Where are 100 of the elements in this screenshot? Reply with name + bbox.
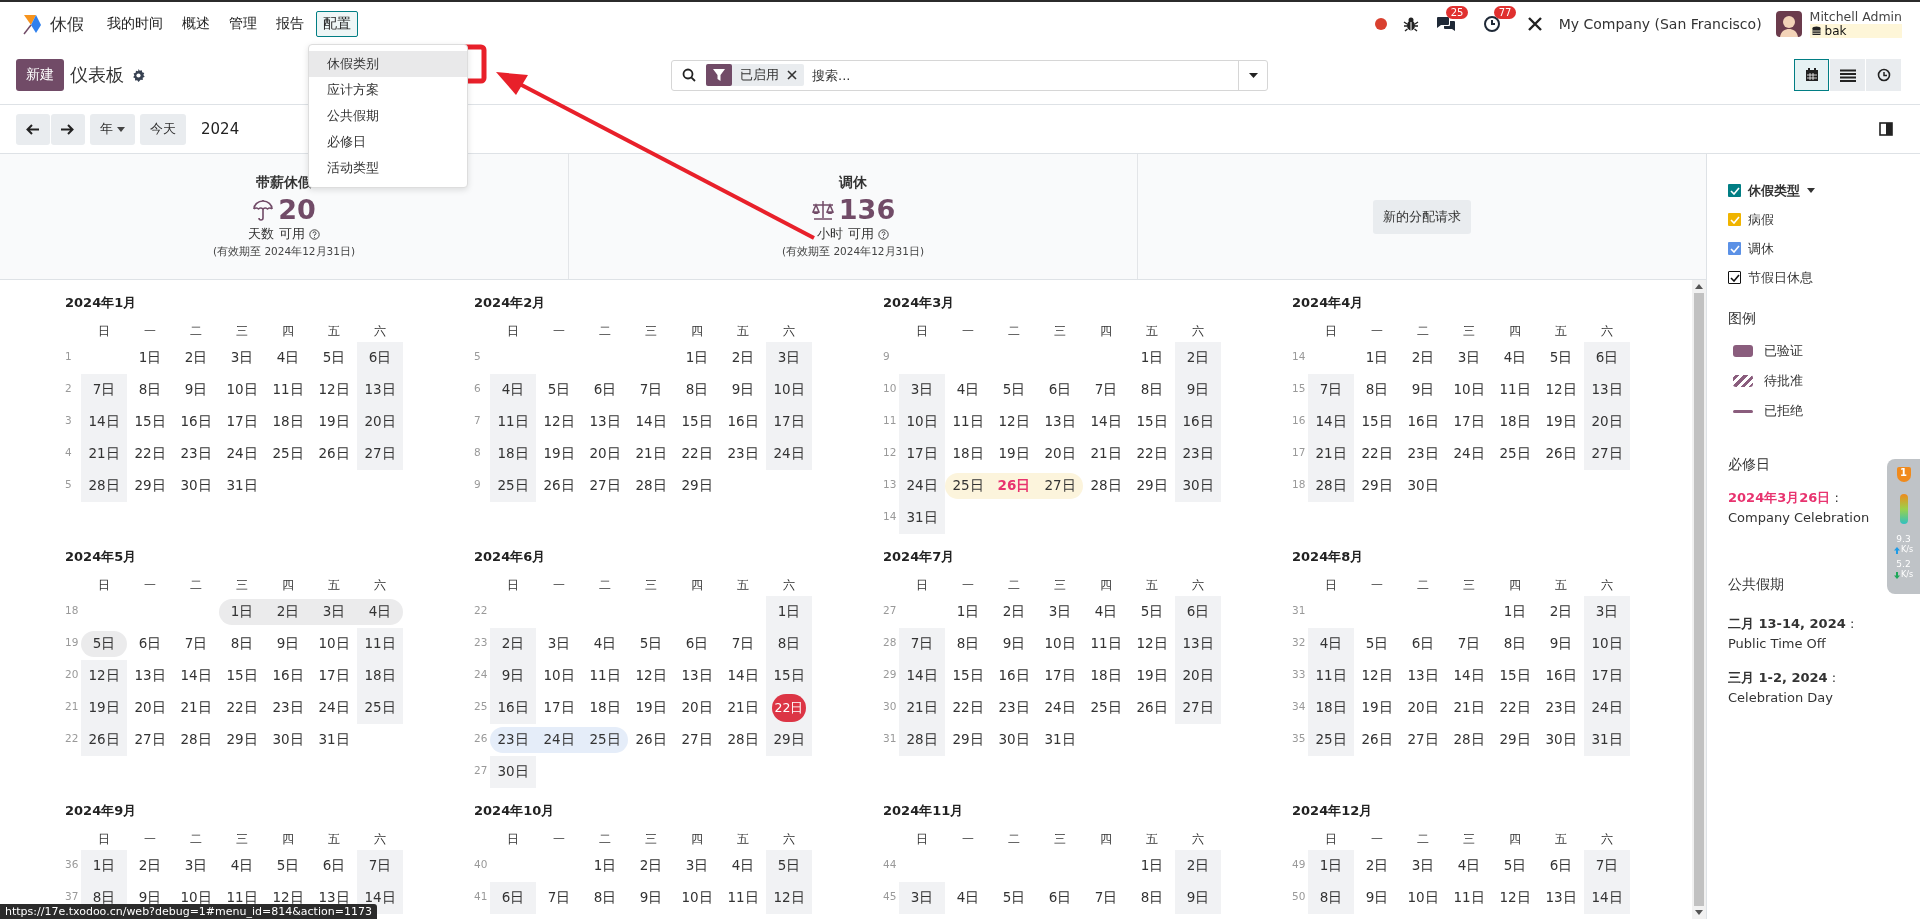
calendar-day[interactable]: 19日 (536, 438, 582, 470)
calendar-day[interactable]: 29日 (674, 470, 720, 502)
calendar-day[interactable]: 20日 (582, 438, 628, 470)
calendar-day[interactable]: 6日 (582, 374, 628, 406)
calendar-day[interactable]: 5日 (628, 628, 674, 660)
calendar-day[interactable]: 13日 (1584, 374, 1630, 406)
calendar-day[interactable]: 3日 (1400, 850, 1446, 882)
calendar-day[interactable]: 12日 (1538, 374, 1584, 406)
calendar-day[interactable]: 7日 (1083, 882, 1129, 914)
scrollbar-thumb[interactable] (1694, 293, 1704, 906)
calendar-day[interactable]: 16日 (173, 406, 219, 438)
calendar-day[interactable]: 11日 (357, 628, 403, 660)
dropdown-item[interactable]: 活动类型 (309, 155, 467, 181)
calendar-day[interactable]: 10日 (536, 660, 582, 692)
menu-item[interactable]: 管理 (222, 11, 264, 37)
filter-label[interactable]: 病假 (1748, 210, 1774, 229)
calendar-day[interactable]: 10日 (311, 628, 357, 660)
calendar-day[interactable]: 2日 (173, 342, 219, 374)
calendar-day[interactable]: 27日 (1584, 438, 1630, 470)
calendar-day[interactable]: 3日 (1584, 596, 1630, 628)
avatar-icon[interactable] (1775, 11, 1802, 37)
calendar-day[interactable]: 23日 (1538, 692, 1584, 724)
calendar-day[interactable]: 3日 (899, 374, 945, 406)
calendar-day[interactable]: 14日 (173, 660, 219, 692)
calendar-day[interactable]: 23日 (1175, 438, 1221, 470)
settings-icon[interactable] (132, 68, 145, 82)
calendar-day[interactable]: 1日 (1492, 596, 1538, 628)
calendar-day[interactable]: 22日 (219, 692, 265, 724)
calendar-day[interactable]: 5日 (991, 374, 1037, 406)
calendar-day[interactable]: 9日 (265, 628, 311, 660)
previous-button[interactable] (16, 113, 50, 145)
calendar-day[interactable]: 1日 (582, 850, 628, 882)
calendar-day[interactable]: 12日 (766, 882, 812, 914)
calendar-day[interactable]: 22日 (1354, 438, 1400, 470)
calendar-day[interactable]: 22日 (1129, 438, 1175, 470)
calendar-day[interactable]: 31日 (311, 724, 357, 756)
calendar-day[interactable]: 29日 (127, 470, 173, 502)
calendar-day[interactable]: 3日 (899, 882, 945, 914)
calendar-day[interactable]: 30日 (173, 470, 219, 502)
calendar-day[interactable]: 1日 (1308, 850, 1354, 882)
calendar-day[interactable]: 20日 (127, 692, 173, 724)
calendar-day[interactable]: 21日 (81, 438, 127, 470)
calendar-day[interactable]: 26日 (536, 470, 582, 502)
calendar-day[interactable]: 30日 (1538, 724, 1584, 756)
calendar-day[interactable]: 19日 (1129, 660, 1175, 692)
calendar-day[interactable]: 14日 (1083, 406, 1129, 438)
calendar-day[interactable]: 8日 (219, 628, 265, 660)
calendar-day[interactable]: 2日 (1354, 850, 1400, 882)
calendar-day[interactable]: 6日 (1175, 596, 1221, 628)
calendar-day[interactable]: 2日 (720, 342, 766, 374)
app-logo-icon[interactable] (22, 13, 42, 35)
calendar-day[interactable]: 3日 (173, 850, 219, 882)
calendar-day[interactable]: 2日 (127, 850, 173, 882)
calendar-day[interactable]: 18日 (1308, 692, 1354, 724)
calendar-day[interactable]: 5日 (1129, 596, 1175, 628)
filter-checkbox[interactable] (1728, 271, 1741, 284)
calendar-day[interactable]: 8日 (1129, 374, 1175, 406)
calendar-day[interactable]: 14日 (1308, 406, 1354, 438)
calendar-day[interactable]: 6日 (1037, 374, 1083, 406)
calendar-day[interactable]: 3日 (766, 342, 812, 374)
calendar-day[interactable]: 21日 (628, 438, 674, 470)
calendar-day[interactable]: 20日 (674, 692, 720, 724)
calendar-day[interactable]: 16日 (991, 660, 1037, 692)
calendar-day[interactable]: 4日 (1308, 628, 1354, 660)
list-view-button[interactable] (1830, 59, 1865, 91)
calendar-day[interactable]: 10日 (674, 882, 720, 914)
calendar-day[interactable]: 7日 (81, 374, 127, 406)
calendar-day[interactable]: 23日 (173, 438, 219, 470)
menu-item[interactable]: 概述 (175, 11, 217, 37)
calendar-day[interactable]: 25日 (265, 438, 311, 470)
calendar-day[interactable]: 12日 (628, 660, 674, 692)
calendar-day[interactable]: 11日 (1446, 882, 1492, 914)
calendar-day[interactable]: 19日 (1538, 406, 1584, 438)
calendar-day[interactable]: 19日 (311, 406, 357, 438)
calendar-day[interactable]: 2日 (1175, 850, 1221, 882)
calendar-day[interactable]: 5日 (1354, 628, 1400, 660)
calendar-day[interactable]: 9日 (991, 628, 1037, 660)
calendar-day[interactable]: 17日 (311, 660, 357, 692)
calendar-day[interactable]: 25日 (1083, 692, 1129, 724)
calendar-day[interactable]: 25日 (357, 692, 403, 724)
calendar-day[interactable]: 29日 (945, 724, 991, 756)
calendar-day[interactable]: 8日 (1492, 628, 1538, 660)
calendar-day[interactable]: 14日 (1446, 660, 1492, 692)
calendar-day[interactable]: 7日 (1584, 850, 1630, 882)
calendar-day[interactable]: 10日 (766, 374, 812, 406)
calendar-day[interactable]: 17日 (536, 692, 582, 724)
calendar-day[interactable]: 20日 (1584, 406, 1630, 438)
calendar-day[interactable]: 20日 (1400, 692, 1446, 724)
calendar-day[interactable]: 10日 (1584, 628, 1630, 660)
calendar-day[interactable]: 16日 (1538, 660, 1584, 692)
calendar-day[interactable]: 9日 (1354, 882, 1400, 914)
filter-label[interactable]: 休假类型 (1748, 181, 1800, 200)
calendar-day[interactable]: 18日 (582, 692, 628, 724)
calendar-day[interactable]: 3日 (1446, 342, 1492, 374)
help-icon[interactable] (877, 228, 889, 240)
activity-view-button[interactable] (1866, 59, 1901, 91)
clock-icon[interactable] (1482, 15, 1501, 33)
calendar-day[interactable]: 21日 (899, 692, 945, 724)
calendar-day[interactable]: 18日 (357, 660, 403, 692)
caret-icon[interactable] (1807, 188, 1815, 193)
